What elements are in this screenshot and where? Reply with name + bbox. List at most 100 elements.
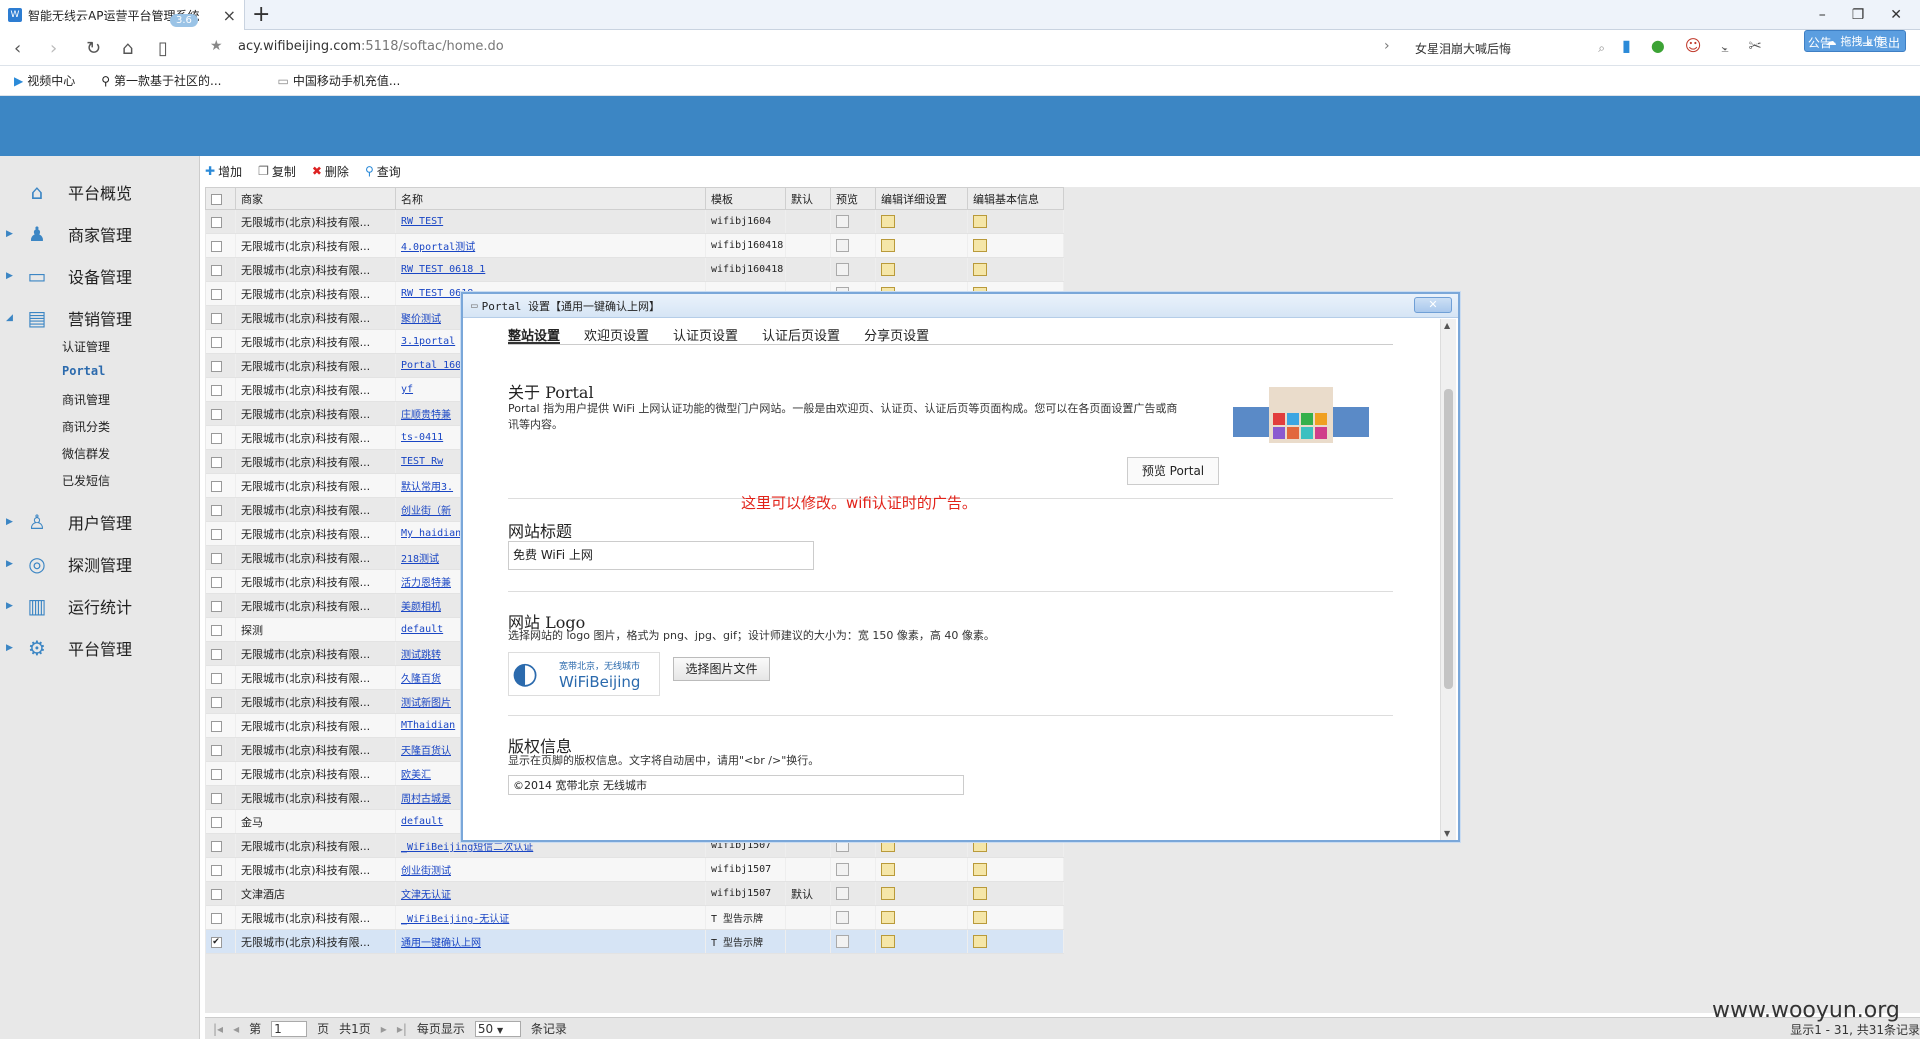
avatar-icon[interactable]: ☺ — [1685, 36, 1702, 56]
preview-icon[interactable] — [836, 887, 849, 901]
select-all-checkbox[interactable] — [211, 193, 222, 205]
row-checkbox-cell[interactable] — [205, 473, 236, 498]
row-checkbox-cell[interactable] — [205, 377, 236, 402]
sub-item-news[interactable]: 商讯管理 — [62, 391, 110, 408]
edit-detail-cell[interactable] — [875, 857, 968, 882]
bookmark-mobile[interactable]: ▭ 中国移动手机充值... — [278, 72, 401, 89]
bookmark-video[interactable]: ▶ 视频中心 — [14, 72, 75, 89]
first-page-icon[interactable]: |◂ — [213, 1022, 223, 1036]
row-checkbox-cell[interactable] — [205, 833, 236, 858]
preview-icon[interactable] — [836, 935, 849, 949]
sidebar-item-user[interactable]: ▶ ♙ 用户管理 — [0, 504, 200, 540]
row-checkbox-cell[interactable] — [205, 281, 236, 306]
new-tab-icon[interactable]: + — [252, 2, 270, 27]
edit-detail-cell[interactable] — [875, 881, 968, 906]
row-checkbox[interactable] — [210, 840, 222, 852]
row-checkbox-cell[interactable] — [205, 521, 236, 546]
preview-icon[interactable] — [836, 263, 849, 277]
sidebar-item-merchant[interactable]: ▶ ♟ 商家管理 — [0, 216, 200, 252]
preview-cell[interactable] — [830, 209, 876, 234]
logout-button[interactable]: ⇥ 退出 — [1862, 34, 1900, 51]
row-checkbox-cell[interactable] — [205, 257, 236, 282]
prev-page-icon[interactable]: ◂ — [233, 1022, 239, 1036]
table-row[interactable]: 无限城市(北京)科技有限... RW TEST 0618 1 wifibj16041… — [205, 257, 1064, 282]
preview-cell[interactable] — [830, 881, 876, 906]
row-checkbox[interactable] — [210, 624, 222, 636]
preview-cell[interactable] — [830, 905, 876, 930]
column-header[interactable]: 预览 — [830, 187, 876, 210]
edit-basic-icon[interactable] — [973, 911, 987, 925]
row-checkbox[interactable] — [210, 816, 222, 828]
column-header[interactable]: 名称 — [395, 187, 706, 210]
chevron-right-icon[interactable]: › — [1384, 38, 1390, 54]
preview-icon[interactable] — [836, 863, 849, 877]
row-checkbox[interactable] — [210, 216, 222, 228]
edit-detail-cell[interactable] — [875, 257, 968, 282]
close-window-icon[interactable]: ✕ — [1890, 7, 1902, 23]
sidebar-item-marketing[interactable]: ◢ ▤ 营销管理 — [0, 300, 200, 336]
row-checkbox-cell[interactable] — [205, 761, 236, 786]
sub-item-wechat[interactable]: 微信群发 — [62, 445, 110, 462]
row-checkbox[interactable] — [210, 768, 222, 780]
sub-item-sms[interactable]: 已发短信 — [62, 472, 110, 489]
preview-cell[interactable] — [830, 257, 876, 282]
row-checkbox-cell[interactable] — [205, 305, 236, 330]
row-checkbox[interactable] — [210, 720, 222, 732]
phone-icon[interactable]: ▮ — [1622, 36, 1631, 56]
edit-detail-icon[interactable] — [881, 911, 895, 925]
table-row[interactable]: ✔ 无限城市(北京)科技有限... 通用一键确认上网 T 型告示牌 — [205, 929, 1064, 954]
edit-basic-cell[interactable] — [967, 257, 1064, 282]
per-page-select[interactable]: 50 ▼ — [474, 1020, 521, 1037]
sidebar-item-stats[interactable]: ▶ ▥ 运行统计 — [0, 588, 200, 624]
edit-basic-cell[interactable] — [967, 881, 1064, 906]
dialog-close-button[interactable]: ✕ — [1414, 297, 1452, 313]
row-checkbox[interactable] — [210, 912, 222, 924]
preview-portal-button[interactable]: 预览 Portal — [1127, 457, 1219, 485]
edit-basic-icon[interactable] — [973, 887, 987, 901]
row-checkbox[interactable] — [210, 336, 222, 348]
bookmark-community[interactable]: ⚲ 第一款基于社区的... — [101, 72, 221, 89]
row-checkbox-cell[interactable] — [205, 449, 236, 474]
name-link[interactable]: RW TEST 0618 1 — [395, 257, 706, 282]
notice-button[interactable]: ♪ 公告 — [1796, 34, 1832, 51]
sidebar-item-probe[interactable]: ▶ ◎ 探测管理 — [0, 546, 200, 582]
column-header[interactable]: 编辑基本信息 — [967, 187, 1064, 210]
site-title-input[interactable]: 免费 WiFi 上网 — [508, 541, 814, 570]
tab-welcome-page[interactable]: 欢迎页设置 — [584, 319, 649, 344]
row-checkbox-cell[interactable] — [205, 689, 236, 714]
row-checkbox-cell[interactable] — [205, 809, 236, 834]
preview-icon[interactable] — [836, 911, 849, 925]
edit-detail-icon[interactable] — [881, 863, 895, 877]
row-checkbox-cell[interactable] — [205, 905, 236, 930]
star-icon[interactable]: ★ — [210, 38, 223, 54]
row-checkbox-cell[interactable] — [205, 857, 236, 882]
row-checkbox[interactable] — [210, 240, 222, 252]
name-link[interactable]: 文津无认证 — [395, 881, 706, 906]
column-header[interactable] — [205, 187, 236, 210]
tab-share-page[interactable]: 分享页设置 — [864, 319, 929, 344]
row-checkbox-cell[interactable] — [205, 233, 236, 258]
row-checkbox-cell[interactable] — [205, 881, 236, 906]
row-checkbox-cell[interactable] — [205, 545, 236, 570]
sub-item-portal[interactable]: Portal — [62, 364, 105, 378]
row-checkbox-cell[interactable] — [205, 569, 236, 594]
name-link[interactable]: 通用一键确认上网 — [395, 929, 706, 954]
edit-detail-icon[interactable] — [881, 887, 895, 901]
choose-image-button[interactable]: 选择图片文件 — [673, 657, 770, 681]
table-row[interactable]: 无限城市(北京)科技有限... 4.0portal测试 wifibj160418 — [205, 233, 1064, 258]
row-checkbox-cell[interactable] — [205, 401, 236, 426]
row-checkbox-cell[interactable] — [205, 785, 236, 810]
row-checkbox[interactable] — [210, 408, 222, 420]
tab-post-auth-page[interactable]: 认证后页设置 — [762, 319, 840, 344]
copy-button[interactable]: ❐ 复制 — [258, 160, 296, 182]
table-row[interactable]: 无限城市(北京)科技有限... 创业街测试 wifibj1507 — [205, 857, 1064, 882]
edit-detail-cell[interactable] — [875, 905, 968, 930]
row-checkbox[interactable] — [210, 864, 222, 876]
preview-cell[interactable] — [830, 929, 876, 954]
edit-basic-icon[interactable] — [973, 263, 987, 277]
edit-basic-icon[interactable] — [973, 239, 987, 253]
add-button[interactable]: ✚ 增加 — [205, 160, 242, 182]
row-checkbox[interactable] — [210, 792, 222, 804]
row-checkbox[interactable] — [210, 456, 222, 468]
row-checkbox[interactable] — [210, 744, 222, 756]
